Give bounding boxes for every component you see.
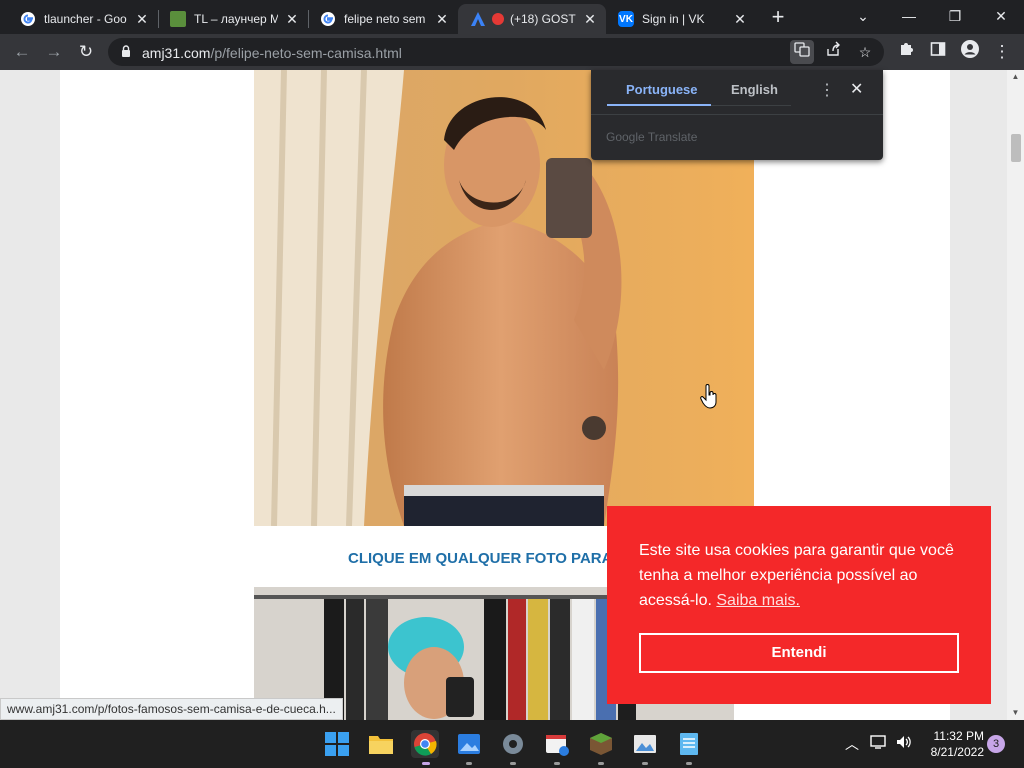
close-icon[interactable]: ✕ xyxy=(134,11,150,28)
language-tab-portuguese[interactable]: Portuguese xyxy=(626,82,698,97)
tab-vk-signin[interactable]: VK Sign in | VK ✕ xyxy=(606,4,756,34)
windows-taskbar: ︿ 11:32 PM 8/21/2022 3 xyxy=(0,720,1024,768)
google-icon xyxy=(320,11,336,27)
close-icon[interactable]: ✕ xyxy=(582,11,598,28)
close-icon[interactable]: ✕ xyxy=(850,79,863,99)
clock-date: 8/21/2022 xyxy=(930,745,984,759)
page-scrollbar[interactable]: ▲ ▼ xyxy=(1007,70,1024,720)
google-translate-brand: Google Translate xyxy=(606,130,698,144)
tray-chevron-up-icon[interactable]: ︿ xyxy=(845,734,859,754)
notification-badge[interactable]: 3 xyxy=(987,735,1005,753)
translate-popup: Portuguese English ⋮ ✕ Google Translate xyxy=(591,70,883,160)
scroll-thumb[interactable] xyxy=(1011,134,1021,162)
profile-avatar-icon[interactable] xyxy=(958,40,982,64)
minecraft-icon[interactable] xyxy=(587,730,615,758)
lock-icon[interactable] xyxy=(121,45,131,57)
browser-toolbar: ← → ↻ amj31.com/p/felipe-neto-sem-camisa… xyxy=(0,34,1024,70)
link-status-bar: www.amj31.com/p/fotos-famosos-sem-camisa… xyxy=(0,698,343,720)
url-text[interactable]: amj31.com/p/felipe-neto-sem-camisa.html xyxy=(142,45,402,61)
active-app-indicator xyxy=(422,762,430,765)
translate-options-icon[interactable]: ⋮ xyxy=(819,80,835,100)
app-indicator xyxy=(510,762,516,765)
bookmark-star-icon[interactable]: ☆ xyxy=(853,40,877,64)
tlauncher-icon xyxy=(170,11,186,27)
photos-icon[interactable] xyxy=(455,730,483,758)
tab-gost-active[interactable]: (+18) GOST ✕ xyxy=(458,4,606,34)
chrome-taskbar-icon[interactable] xyxy=(411,730,439,758)
triangle-logo-icon xyxy=(470,11,486,27)
learn-more-link[interactable]: Saiba mais. xyxy=(716,592,800,609)
app-indicator xyxy=(598,762,604,765)
image-viewer-icon[interactable] xyxy=(631,730,659,758)
tab-title: TL – лаунчер M xyxy=(194,12,278,26)
app-indicator xyxy=(466,762,472,765)
windows-start-icon[interactable] xyxy=(323,730,351,758)
popup-divider xyxy=(591,114,883,115)
notepad-icon[interactable] xyxy=(675,730,703,758)
translate-icon[interactable] xyxy=(790,40,814,64)
tab-tl-launcher[interactable]: TL – лаунчер M ✕ xyxy=(158,4,308,34)
app-indicator xyxy=(642,762,648,765)
app-indicator xyxy=(554,762,560,765)
url-domain: amj31.com xyxy=(142,45,211,61)
chrome-menu-icon[interactable]: ⋮ xyxy=(990,40,1014,64)
cookie-banner: Este site usa cookies para garantir que … xyxy=(607,506,991,704)
close-window-button[interactable]: ✕ xyxy=(978,2,1024,30)
tab-title: tlauncher - Goo xyxy=(44,12,127,26)
close-icon[interactable]: ✕ xyxy=(732,11,748,28)
address-bar[interactable]: amj31.com/p/felipe-neto-sem-camisa.html … xyxy=(108,38,884,66)
share-icon[interactable] xyxy=(821,40,845,64)
close-icon[interactable]: ✕ xyxy=(434,11,450,28)
tab-title: Sign in | VK xyxy=(642,12,705,26)
vk-icon: VK xyxy=(618,11,634,27)
close-icon[interactable]: ✕ xyxy=(284,11,300,28)
volume-icon[interactable] xyxy=(895,734,913,753)
extensions-puzzle-icon[interactable] xyxy=(894,40,918,64)
settings-gear-icon[interactable] xyxy=(499,730,527,758)
active-language-underline xyxy=(607,104,711,106)
file-explorer-icon[interactable] xyxy=(367,730,395,758)
tab-tlauncher-google[interactable]: tlauncher - Goo ✕ xyxy=(8,4,158,34)
accept-cookies-button[interactable]: Entendi xyxy=(639,633,959,673)
back-button[interactable]: ← xyxy=(10,40,34,64)
network-icon[interactable] xyxy=(870,734,888,753)
scroll-up-icon[interactable]: ▲ xyxy=(1007,70,1024,84)
google-icon xyxy=(20,11,36,27)
tab-felipe-neto-search[interactable]: felipe neto sem ✕ xyxy=(308,4,458,34)
photo-caption-link[interactable]: CLIQUE EM QUALQUER FOTO PARA VE xyxy=(348,550,636,567)
tab-title: (+18) GOST xyxy=(510,12,576,26)
hand-cursor-icon xyxy=(700,384,717,409)
restore-button[interactable]: ❐ xyxy=(932,2,978,30)
forward-button[interactable]: → xyxy=(42,40,66,64)
cookie-message: Este site usa cookies para garantir que … xyxy=(639,538,969,613)
tab-search-button[interactable]: ⌄ xyxy=(840,2,886,30)
language-tab-english[interactable]: English xyxy=(731,82,778,97)
new-tab-button[interactable]: + xyxy=(766,6,790,30)
tab-title: felipe neto sem xyxy=(344,12,426,26)
clock-time: 11:32 PM xyxy=(933,729,984,743)
app-indicator xyxy=(686,762,692,765)
snipping-tool-icon[interactable] xyxy=(543,730,571,758)
system-clock[interactable]: 11:32 PM 8/21/2022 xyxy=(920,728,984,760)
tab-strip: tlauncher - Goo ✕ TL – лаунчер M ✕ felip… xyxy=(0,0,1024,34)
side-panel-icon[interactable] xyxy=(926,40,950,64)
minimize-button[interactable]: — xyxy=(886,2,932,30)
adult-icon xyxy=(492,13,504,25)
reload-button[interactable]: ↻ xyxy=(74,40,98,64)
scroll-down-icon[interactable]: ▼ xyxy=(1007,706,1024,720)
url-path: /p/felipe-neto-sem-camisa.html xyxy=(210,45,402,61)
